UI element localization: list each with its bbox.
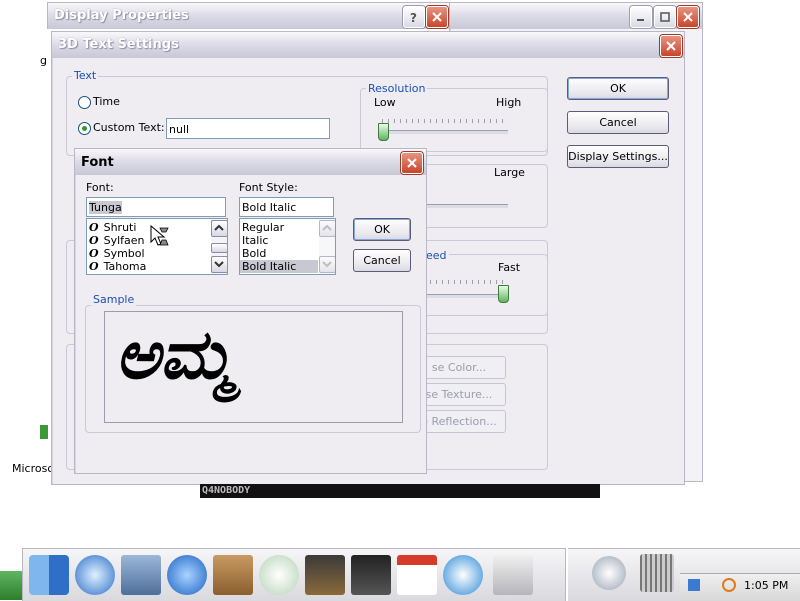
help-button[interactable]: ? [403, 6, 425, 28]
opentype-icon: O [89, 260, 99, 273]
opentype-icon: O [89, 234, 99, 247]
text-group-label: Text [72, 69, 99, 82]
custom-text-input[interactable]: null [166, 118, 330, 139]
watermark-text: Q4NOBODY [202, 485, 251, 496]
sample-group-label: Sample [91, 293, 137, 306]
ical-icon[interactable] [397, 555, 437, 595]
safari-icon[interactable] [75, 555, 115, 595]
trash-icon[interactable] [640, 554, 674, 592]
font-list-item[interactable]: O Sylfaen [89, 234, 145, 247]
imovie-icon[interactable] [351, 555, 391, 595]
busy-cursor-icon [150, 224, 169, 246]
svg-text:?: ? [410, 11, 417, 24]
scroll-down-button[interactable] [211, 256, 227, 273]
resolution-group-label: Resolution [366, 82, 428, 95]
minimize-icon [637, 19, 644, 21]
ichat-icon[interactable] [167, 555, 207, 595]
resolution-slider-track[interactable] [378, 130, 508, 134]
font-style-list[interactable]: Regular Italic Bold Bold Italic [239, 218, 336, 275]
arrow-down-icon [214, 261, 224, 268]
ok-button[interactable]: OK [567, 77, 669, 100]
font-label: Font: [86, 181, 114, 194]
desktop-label-g: g [40, 54, 47, 67]
font-list-scrollbar[interactable] [211, 219, 227, 274]
mail-icon[interactable] [121, 555, 161, 595]
font-name-input[interactable]: Tunga [86, 197, 226, 217]
display-properties-close-button[interactable] [426, 6, 448, 28]
sample-text: ಅಮ್ಮ [115, 316, 234, 395]
iphoto-icon[interactable] [305, 555, 345, 595]
display-properties-title: Display Properties [54, 8, 189, 23]
time-label: Time [93, 95, 120, 108]
font-dialog-titlebar[interactable] [75, 149, 426, 175]
desktop-icon[interactable] [40, 425, 48, 439]
close-icon [683, 12, 693, 22]
watermark-bar [200, 484, 600, 498]
dock [22, 548, 566, 601]
opentype-icon: O [89, 221, 99, 234]
finder-icon[interactable] [29, 555, 69, 595]
maximize-button[interactable] [654, 6, 676, 28]
text-settings-close-button[interactable] [660, 35, 682, 57]
address-book-icon[interactable] [213, 555, 253, 595]
minimize-button[interactable] [630, 6, 652, 28]
cancel-button[interactable]: Cancel [567, 111, 669, 134]
quicktime-icon[interactable] [443, 555, 483, 595]
scroll-up-button[interactable] [211, 220, 227, 237]
taskbar-left-start[interactable] [0, 571, 22, 600]
scroll-down-button[interactable] [319, 256, 335, 273]
opentype-icon: O [89, 247, 99, 260]
style-list-scrollbar[interactable] [319, 219, 335, 274]
text-settings-title: 3D Text Settings [58, 37, 179, 52]
question-icon: ? [410, 11, 417, 24]
back-window-close-button[interactable] [677, 6, 699, 28]
desktop-label-microsoft: Microso [12, 462, 55, 475]
resolution-slider-thumb[interactable] [378, 123, 389, 141]
network-icon[interactable] [592, 556, 626, 590]
display-properties-window: Display Properties ? [47, 2, 451, 29]
font-name-value: Tunga [89, 201, 122, 214]
tray-flag-icon[interactable] [688, 579, 700, 591]
close-icon [432, 12, 442, 22]
font-style-label: Font Style: [239, 181, 298, 194]
time-radio[interactable] [78, 96, 91, 109]
custom-text-radio[interactable] [78, 122, 91, 135]
font-list-item[interactable]: O Shruti [89, 221, 136, 234]
arrow-down-icon [322, 261, 332, 268]
style-list-item-selected[interactable]: Bold Italic [240, 260, 318, 273]
style-list-item[interactable]: Regular [242, 221, 284, 234]
maximize-icon [660, 12, 670, 22]
close-icon [407, 158, 417, 168]
font-list-item[interactable]: O Symbol [89, 247, 145, 260]
close-icon [666, 41, 676, 51]
taskbar-clock: 1:05 PM [744, 579, 789, 592]
arrow-up-icon [322, 224, 332, 231]
itunes-icon[interactable] [259, 555, 299, 595]
large-label: Large [494, 166, 525, 179]
speed-slider-thumb[interactable] [498, 285, 509, 303]
system-prefs-icon[interactable] [493, 555, 533, 595]
custom-text-label: Custom Text: [93, 121, 165, 134]
sample-preview: ಅಮ್ಮ [104, 311, 403, 423]
font-dialog-close-button[interactable] [401, 152, 423, 174]
speed-group-label: eed [424, 249, 449, 262]
font-dialog-title: Font [81, 155, 114, 170]
fast-label: Fast [498, 261, 521, 274]
resolution-slider-ticks [382, 119, 506, 123]
scroll-up-button[interactable] [319, 220, 335, 237]
arrow-up-icon [214, 224, 224, 231]
display-settings-button[interactable]: Display Settings... [567, 145, 669, 168]
font-ok-button[interactable]: OK [353, 218, 411, 241]
style-list-item[interactable]: Bold [242, 247, 266, 260]
high-label: High [496, 96, 522, 109]
scroll-thumb[interactable] [211, 243, 227, 253]
font-style-input[interactable]: Bold Italic [239, 197, 334, 217]
font-list-item[interactable]: O Tahoma [89, 260, 146, 273]
font-cancel-button[interactable]: Cancel [353, 249, 411, 272]
style-list-item[interactable]: Italic [242, 234, 268, 247]
tray-search-icon[interactable] [722, 578, 736, 592]
low-label: Low [374, 96, 396, 109]
font-dialog: Font Font: Tunga O Shruti O Sylfaen O Symbo… [74, 148, 427, 474]
